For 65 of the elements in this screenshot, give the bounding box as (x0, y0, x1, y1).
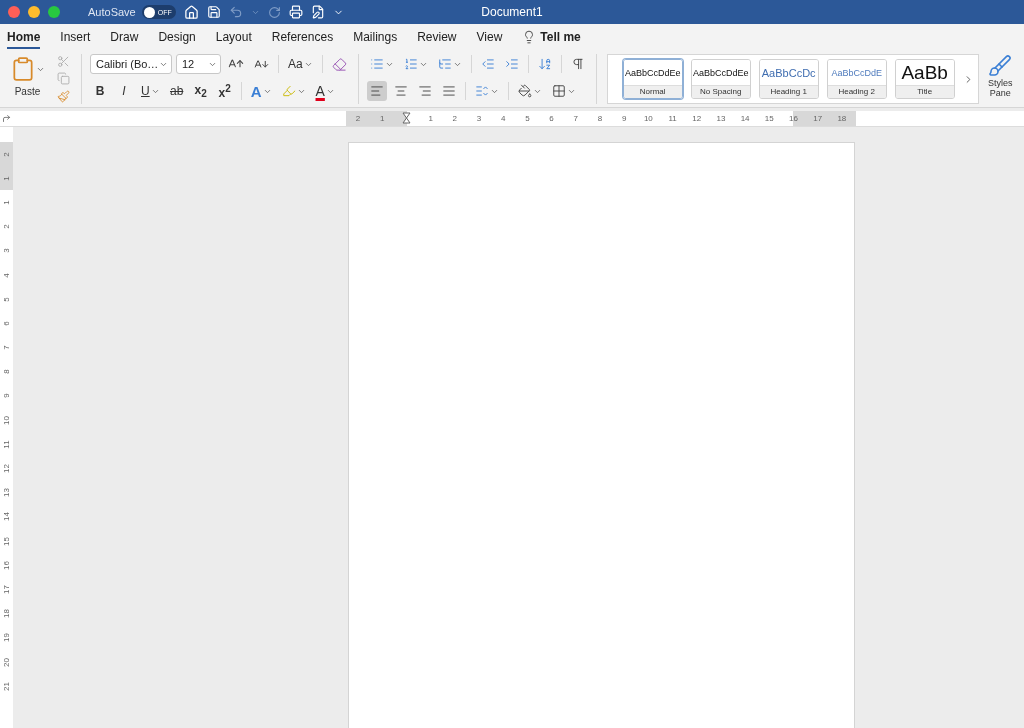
superscript-button[interactable]: x$^{2}$ (214, 81, 235, 101)
copy-icon (56, 72, 70, 86)
paste-button[interactable]: Paste (8, 54, 47, 104)
indent-marker-icon[interactable] (401, 111, 411, 126)
clipboard-icon (10, 56, 36, 82)
print-icon[interactable] (288, 5, 303, 19)
borders-icon (551, 84, 566, 98)
scissors-icon (56, 55, 70, 69)
outdent-icon (480, 57, 495, 71)
styles-pane-button[interactable]: Styles Pane (982, 54, 1018, 98)
ribbon-tab[interactable]: Home (7, 25, 41, 49)
undo-icon[interactable] (228, 5, 243, 19)
change-case-button[interactable]: Aa (285, 54, 316, 74)
subscript-button[interactable]: x$_{2}$ (190, 81, 211, 101)
strikethrough-button[interactable]: ab (166, 81, 187, 101)
indent-icon (504, 57, 519, 71)
ribbon-tab[interactable]: Draw (110, 25, 139, 49)
pilcrow-icon (570, 57, 585, 71)
font-size-select[interactable]: 12 (176, 54, 221, 74)
style-tile[interactable]: AaBbCcDdEe No Spacing (690, 59, 751, 99)
bullet-list-icon (369, 57, 384, 71)
ribbon-tab[interactable]: Review (417, 25, 457, 49)
close-button[interactable] (8, 6, 20, 18)
window-title: Document1 (481, 5, 543, 19)
ribbon-tab[interactable]: Mailings (353, 25, 398, 49)
paint-bucket-icon (517, 84, 532, 98)
sort-icon (537, 57, 552, 71)
ribbon-tab[interactable]: View (476, 25, 503, 49)
bold-button[interactable]: B (90, 81, 110, 101)
home-icon[interactable] (183, 4, 199, 20)
tell-me-button[interactable]: Tell me (522, 30, 581, 44)
font-color-button[interactable]: A (312, 81, 338, 101)
tab-stop-icon[interactable] (2, 114, 11, 123)
paintbrush-icon (56, 89, 70, 103)
italic-button[interactable]: I (114, 81, 134, 101)
highlighter-icon (281, 84, 296, 98)
zoom-button[interactable] (48, 6, 60, 18)
minimize-button[interactable] (28, 6, 40, 18)
line-spacing-icon (474, 84, 489, 98)
horizontal-ruler: 2 1 1 2 3 4 5 6 7 8 9 10 11 12 13 14 15 16 17 18 (346, 111, 856, 126)
numbered-list-icon (403, 57, 418, 71)
style-tile[interactable]: AaBbCcDc Heading 1 (758, 59, 819, 99)
text-effects-button[interactable]: A (247, 81, 275, 101)
brush-icon (988, 54, 1013, 78)
vertical-ruler: 2 1 1 2 3 4 5 6 7 8 9 10 11 12 13 14 15 16 17 18 19 20 21 (0, 127, 13, 728)
underline-button[interactable]: U (138, 81, 163, 101)
multilevel-list-icon (437, 57, 452, 71)
ribbon-tab[interactable]: Design (158, 25, 196, 49)
justify-icon (441, 84, 456, 98)
edit-document-icon[interactable] (310, 5, 325, 19)
align-left-icon (369, 84, 384, 98)
eraser-icon (331, 56, 347, 72)
ribbon-tab[interactable]: Layout (215, 25, 252, 49)
font-name-select[interactable]: Calibri (Bo… (90, 54, 172, 74)
style-tile[interactable]: AaBb Title (894, 59, 955, 99)
align-button[interactable] (366, 81, 387, 101)
save-icon[interactable] (206, 5, 221, 19)
ribbon-tab[interactable]: References (271, 25, 334, 49)
style-tile[interactable]: AaBbCcDdEe Normal (622, 59, 683, 99)
align-right-icon (417, 84, 432, 98)
align-center-icon (393, 84, 408, 98)
ribbon-tab[interactable]: Insert (60, 25, 91, 49)
redo-icon[interactable] (267, 5, 281, 19)
autosave-label: AutoSave (88, 6, 136, 18)
style-tile[interactable]: AaBbCcDdE Heading 2 (826, 59, 887, 99)
